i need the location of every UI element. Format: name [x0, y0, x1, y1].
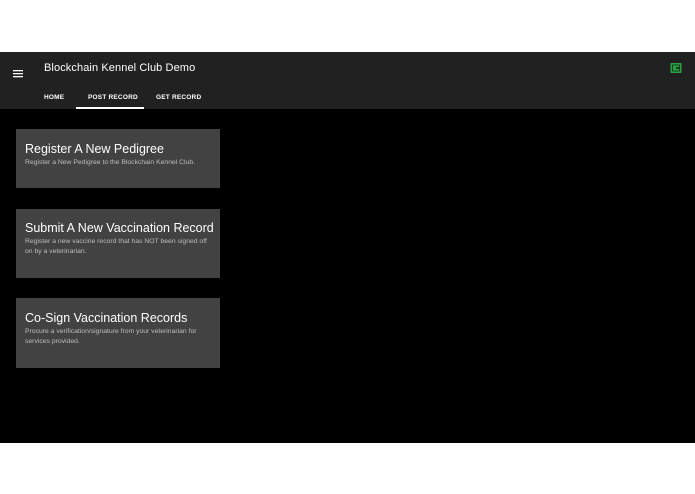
app-window: Blockchain Kennel Club Demo HOME POST RE… [0, 52, 695, 443]
card-description: Register a new vaccine record that has N… [25, 238, 207, 255]
tab-get-record-label: GET RECORD [156, 94, 202, 101]
hamburger-menu-icon[interactable] [8, 60, 28, 78]
app-bar: Blockchain Kennel Club Demo HOME POST RE… [0, 52, 695, 109]
tab-home[interactable]: HOME [32, 88, 76, 109]
wallet-icon[interactable] [670, 62, 682, 74]
tab-post-record-label: POST RECORD [88, 94, 138, 101]
card-description: Register a New Pedigree to the Blockchai… [25, 159, 196, 166]
app-title: Blockchain Kennel Club Demo [44, 62, 196, 74]
card-submit-vaccination[interactable]: Submit A New Vaccination Record Register… [16, 209, 220, 278]
card-title: Register A New Pedigree [25, 142, 164, 156]
tab-bar: HOME POST RECORD GET RECORD [32, 88, 206, 109]
card-title: Co-Sign Vaccination Records [25, 311, 188, 325]
card-description: Procure a verification/signature from yo… [25, 328, 197, 345]
tab-post-record[interactable]: POST RECORD [76, 88, 144, 109]
tab-home-label: HOME [44, 94, 65, 101]
card-cosign-vaccination[interactable]: Co-Sign Vaccination Records Procure a ve… [16, 298, 220, 368]
card-register-pedigree[interactable]: Register A New Pedigree Register a New P… [16, 129, 220, 188]
tab-get-record[interactable]: GET RECORD [144, 88, 206, 109]
card-title: Submit A New Vaccination Record [25, 221, 214, 235]
